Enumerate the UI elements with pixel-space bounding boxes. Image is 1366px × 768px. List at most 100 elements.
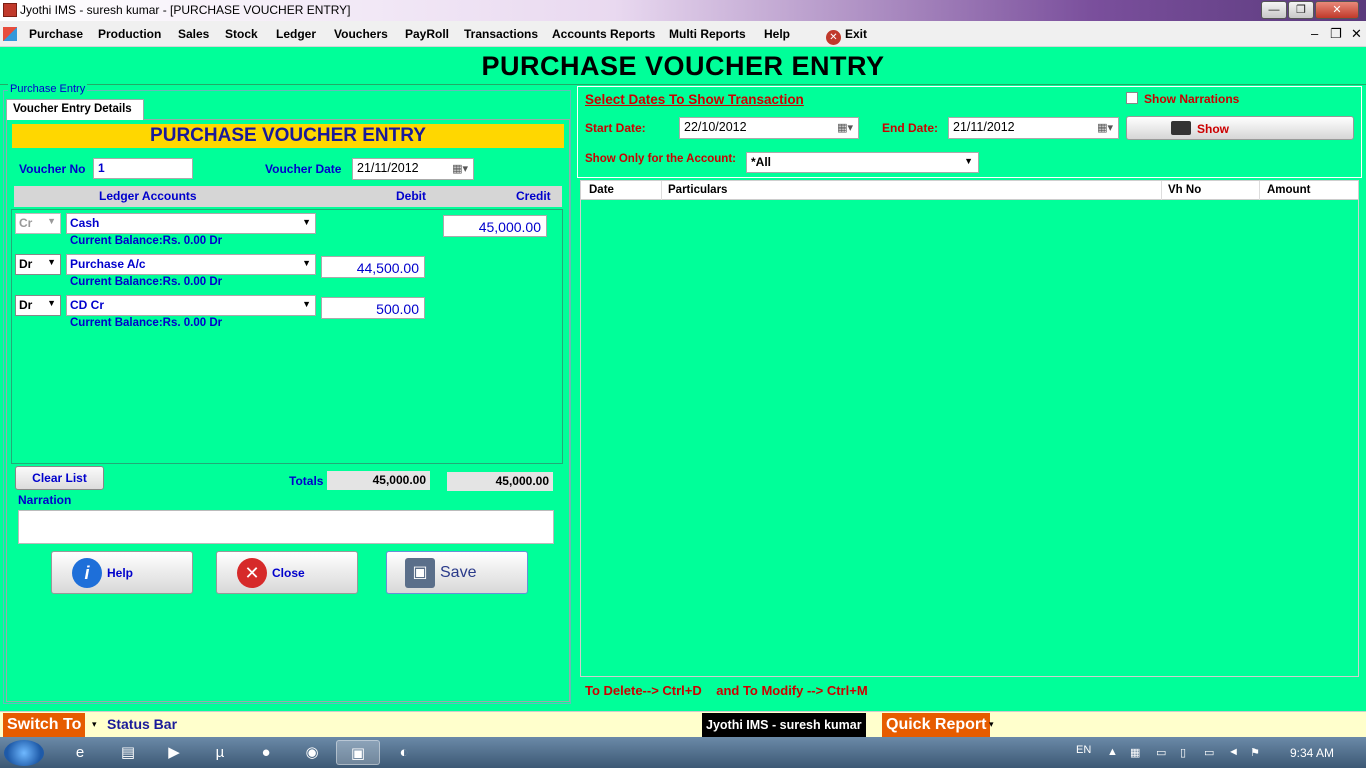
monitor-icon[interactable]: ▭ <box>1204 746 1214 759</box>
debit-amount-input[interactable]: 44,500.00 <box>321 256 425 278</box>
purchase-entry-group-label: Purchase Entry <box>8 83 88 95</box>
start-date-picker[interactable]: 22/10/2012 ▦▾ <box>679 117 859 139</box>
account-select[interactable]: Cash ▼ <box>66 213 316 234</box>
col-vh-no[interactable]: Vh No <box>1168 184 1201 196</box>
minimize-button[interactable]: — <box>1261 1 1287 19</box>
help-button[interactable]: i Help <box>51 551 193 594</box>
credit-amount-input[interactable]: 45,000.00 <box>443 215 547 237</box>
mdi-restore-button[interactable]: ❐ <box>1330 26 1342 42</box>
ie-icon[interactable]: e <box>58 740 102 765</box>
menu-exit-label: Exit <box>845 27 868 41</box>
grid-header: Ledger Accounts Debit Credit <box>14 186 562 207</box>
flag-icon[interactable]: ⚑ <box>1250 746 1260 759</box>
menu-vouchers[interactable]: Vouchers <box>334 27 388 41</box>
totals-label: Totals <box>289 474 324 488</box>
menu-production[interactable]: Production <box>98 27 161 41</box>
voucher-no-input[interactable]: 1 <box>93 158 193 179</box>
chevron-down-icon[interactable]: ▾ <box>92 719 97 730</box>
volume-icon[interactable]: ◄ <box>1228 746 1239 758</box>
menu-accounts-reports[interactable]: Accounts Reports <box>552 27 655 41</box>
chevron-down-icon[interactable]: ▾ <box>989 719 994 730</box>
current-balance: Current Balance:Rs. 0.00 Dr <box>70 317 223 329</box>
restore-button[interactable]: ❐ <box>1288 1 1314 19</box>
drcr-value: Dr <box>19 298 33 312</box>
menu-stock[interactable]: Stock <box>225 27 258 41</box>
chevron-down-icon: ▼ <box>47 257 56 267</box>
app-task-icon[interactable]: ◐ <box>382 740 426 765</box>
debit-amount-input[interactable]: 500.00 <box>321 297 425 319</box>
menu-exit[interactable]: ✕ Exit <box>826 27 867 45</box>
tray-app-icon[interactable]: ▭ <box>1156 746 1166 759</box>
switch-to-button[interactable]: Switch To <box>3 713 86 737</box>
calendar-dropdown-icon[interactable]: ▦▾ <box>452 162 468 175</box>
quick-report-button[interactable]: Quick Report <box>882 713 991 737</box>
chrome-icon[interactable]: ◉ <box>290 740 334 765</box>
page-title: PURCHASE VOUCHER ENTRY <box>481 51 885 81</box>
status-bar: Switch To ▾ Status Bar Jyothi IMS - sure… <box>0 711 1366 737</box>
calendar-dropdown-icon[interactable]: ▦▾ <box>837 121 853 134</box>
col-amount[interactable]: Amount <box>1267 184 1310 196</box>
account-select[interactable]: CD Cr ▼ <box>66 295 316 316</box>
utorrent-icon[interactable]: µ <box>198 740 242 765</box>
account-value: Purchase A/c <box>70 257 146 271</box>
tray-app-icon[interactable]: ▯ <box>1180 746 1186 759</box>
drcr-select[interactable]: Dr ▼ <box>15 254 61 275</box>
app-icon <box>3 3 17 17</box>
menu-help[interactable]: Help <box>764 27 790 41</box>
drcr-select[interactable]: Cr ▼ <box>15 213 61 234</box>
menu-sales[interactable]: Sales <box>178 27 209 41</box>
jyothi-ims-task-icon[interactable]: ▣ <box>336 740 380 765</box>
menu-app-icon <box>3 27 17 41</box>
menu-payroll[interactable]: PayRoll <box>405 27 449 41</box>
menu-multi-reports[interactable]: Multi Reports <box>669 27 746 41</box>
form-header: PURCHASE VOUCHER ENTRY <box>0 47 1366 85</box>
floppy-disk-icon: ▣ <box>405 558 435 588</box>
drcr-select[interactable]: Dr ▼ <box>15 295 61 316</box>
menu-transactions[interactable]: Transactions <box>464 27 538 41</box>
account-filter-select[interactable]: *All ▼ <box>746 152 979 173</box>
show-narrations-checkbox[interactable] <box>1126 92 1138 104</box>
help-button-label: Help <box>107 566 134 580</box>
media-player-icon[interactable]: ▶ <box>152 740 196 765</box>
network-icon[interactable]: ▦ <box>1130 746 1140 759</box>
save-button[interactable]: ▣ Save <box>386 551 528 594</box>
start-button[interactable] <box>4 740 44 766</box>
monitor-icon <box>1171 121 1191 135</box>
menu-purchase[interactable]: Purchase <box>29 27 83 41</box>
mdi-close-button[interactable]: ✕ <box>1351 26 1362 42</box>
folder-icon[interactable]: ▤ <box>106 740 150 765</box>
language-indicator[interactable]: EN <box>1076 744 1091 756</box>
calendar-dropdown-icon[interactable]: ▦▾ <box>1097 121 1113 134</box>
close-button[interactable]: ✕ Close <box>216 551 358 594</box>
clear-list-button[interactable]: Clear List <box>15 466 104 490</box>
account-select[interactable]: Purchase A/c ▼ <box>66 254 316 275</box>
firefox-icon[interactable]: ● <box>244 740 288 765</box>
col-date[interactable]: Date <box>589 184 614 196</box>
show-button[interactable]: Show <box>1126 116 1354 140</box>
current-balance: Current Balance:Rs. 0.00 Dr <box>70 235 223 247</box>
close-window-button[interactable]: ✕ <box>1315 1 1359 19</box>
column-divider <box>1259 181 1260 200</box>
voucher-date-value: 21/11/2012 <box>357 161 419 175</box>
close-button-label: Close <box>272 566 305 580</box>
clock[interactable]: 9:34 AM <box>1290 746 1334 760</box>
window-title: Jyothi IMS - suresh kumar - [PURCHASE VO… <box>20 3 351 17</box>
account-filter-label: Show Only for the Account: <box>585 153 736 165</box>
drcr-value: Cr <box>19 216 33 230</box>
mdi-minimize-button[interactable]: – <box>1311 26 1318 41</box>
end-date-picker[interactable]: 21/11/2012 ▦▾ <box>948 117 1119 139</box>
chevron-down-icon: ▼ <box>302 258 311 268</box>
save-button-label: Save <box>440 564 477 581</box>
chevron-down-icon: ▼ <box>47 298 56 308</box>
show-hidden-icons-icon[interactable]: ▲ <box>1107 746 1118 758</box>
end-date-label: End Date: <box>882 121 939 135</box>
tab-voucher-entry-details[interactable]: Voucher Entry Details <box>6 99 144 120</box>
title-bar: Jyothi IMS - suresh kumar - [PURCHASE VO… <box>0 0 1366 21</box>
transaction-list[interactable] <box>580 180 1359 677</box>
col-debit: Debit <box>396 189 426 203</box>
show-narrations-label: Show Narrations <box>1144 92 1240 106</box>
voucher-date-picker[interactable]: 21/11/2012 ▦▾ <box>352 158 474 180</box>
col-particulars[interactable]: Particulars <box>668 184 727 196</box>
narration-input[interactable] <box>18 510 554 544</box>
menu-ledger[interactable]: Ledger <box>276 27 316 41</box>
